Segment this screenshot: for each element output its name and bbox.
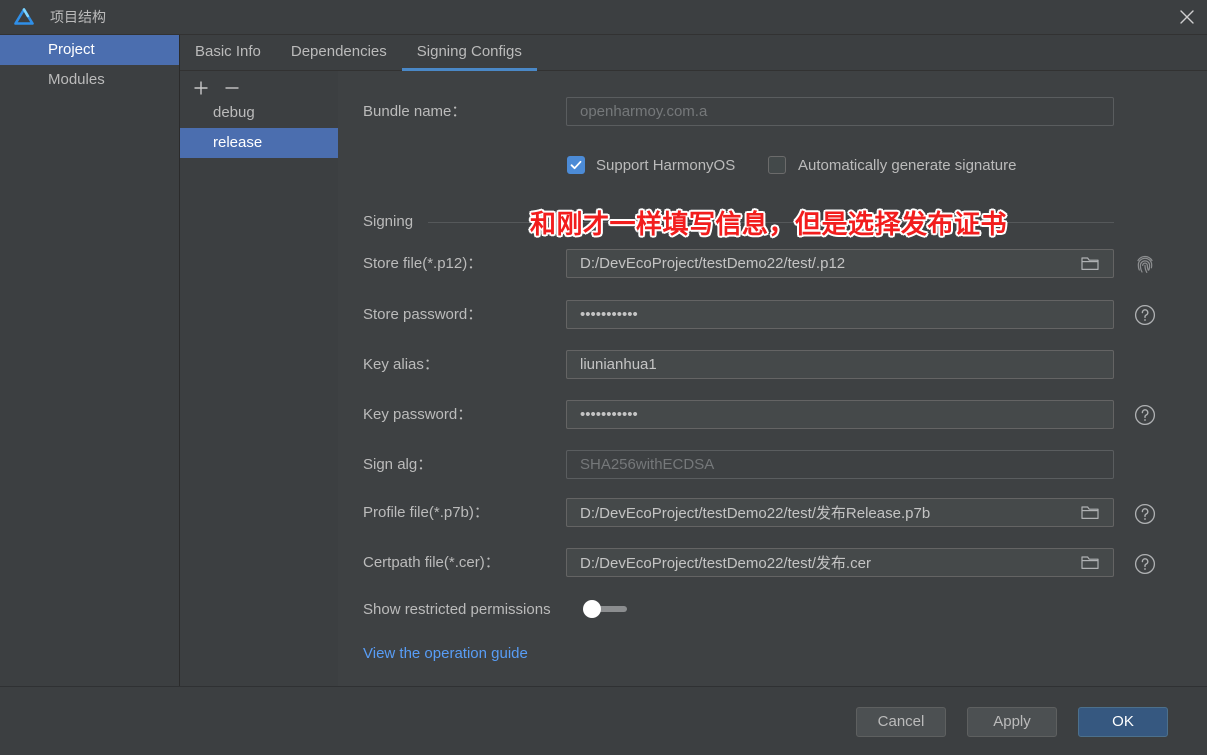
dialog-footer: Cancel Apply OK	[0, 686, 1207, 755]
tab-signing-configs[interactable]: Signing Configs	[401, 35, 537, 71]
tab-dependencies[interactable]: Dependencies	[276, 35, 402, 70]
tab-basic-info[interactable]: Basic Info	[180, 35, 276, 70]
store-file-input[interactable]	[566, 249, 1114, 278]
deveco-logo-icon	[14, 8, 34, 25]
bundle-name-label: Bundle name：	[363, 103, 467, 120]
auto-generate-signature-label[interactable]: Automatically generate signature	[798, 151, 1016, 180]
sidebar-item-project[interactable]: Project	[0, 35, 179, 65]
title-bar: 项目结构	[0, 0, 1207, 35]
sign-alg-field	[566, 450, 1114, 479]
key-alias-field	[566, 350, 1114, 379]
signing-config-list-panel: debug release	[180, 71, 338, 686]
plus-icon[interactable]	[193, 80, 209, 96]
help-icon[interactable]	[1134, 404, 1156, 426]
help-icon[interactable]	[1134, 553, 1156, 575]
profile-file-field	[566, 498, 1114, 527]
certpath-file-input[interactable]	[566, 548, 1114, 577]
toggle-knob	[583, 600, 601, 618]
key-alias-input[interactable]	[566, 350, 1114, 379]
key-alias-label: Key alias：	[363, 356, 439, 373]
signing-section-title: Signing	[363, 213, 414, 230]
profile-file-label: Profile file(*.p7b)：	[363, 504, 489, 521]
key-password-label: Key password：	[363, 406, 473, 423]
tab-bar: Basic Info Dependencies Signing Configs	[180, 35, 1207, 71]
folder-icon[interactable]	[1081, 505, 1099, 520]
certpath-file-field	[566, 548, 1114, 577]
help-icon[interactable]	[1134, 503, 1156, 525]
annotation-text: 和刚才一样填写信息，但是选择发布证书	[530, 209, 1008, 239]
config-list: debug release	[180, 98, 338, 158]
sidebar-item-modules[interactable]: Modules	[0, 65, 179, 95]
bundle-name-input	[566, 97, 1114, 126]
checkmark-icon	[570, 160, 582, 170]
operation-guide-link[interactable]: View the operation guide	[363, 644, 528, 664]
folder-icon[interactable]	[1081, 256, 1099, 271]
apply-button[interactable]: Apply	[967, 707, 1057, 737]
signing-form: Bundle name： Support HarmonyOS Automatic…	[338, 71, 1207, 686]
key-password-input[interactable]	[566, 400, 1114, 429]
cancel-button[interactable]: Cancel	[856, 707, 946, 737]
store-file-field	[566, 249, 1114, 278]
ok-button[interactable]: OK	[1078, 707, 1168, 737]
profile-file-input[interactable]	[566, 498, 1114, 527]
sidebar: Project Modules	[0, 35, 180, 686]
config-item-release[interactable]: release	[180, 128, 338, 158]
folder-icon[interactable]	[1081, 555, 1099, 570]
store-password-label: Store password：	[363, 306, 483, 323]
minus-icon[interactable]	[224, 80, 240, 96]
store-password-input[interactable]	[566, 300, 1114, 329]
show-restricted-permissions-toggle[interactable]	[583, 600, 627, 618]
bundle-name-field	[566, 97, 1114, 126]
key-password-field	[566, 400, 1114, 429]
store-file-label: Store file(*.p12)：	[363, 255, 483, 272]
config-item-debug[interactable]: debug	[180, 98, 338, 128]
support-harmonyos-checkbox[interactable]	[567, 156, 585, 174]
close-icon[interactable]	[1178, 8, 1196, 26]
window-title: 项目结构	[50, 9, 106, 25]
help-icon[interactable]	[1134, 304, 1156, 326]
support-harmonyos-label[interactable]: Support HarmonyOS	[596, 151, 735, 180]
fingerprint-icon[interactable]	[1134, 253, 1156, 275]
show-restricted-permissions-label: Show restricted permissions	[363, 601, 551, 618]
sign-alg-input	[566, 450, 1114, 479]
store-password-field	[566, 300, 1114, 329]
certpath-file-label: Certpath file(*.cer)：	[363, 554, 500, 571]
auto-generate-signature-checkbox[interactable]	[768, 156, 786, 174]
sign-alg-label: Sign alg：	[363, 456, 433, 473]
